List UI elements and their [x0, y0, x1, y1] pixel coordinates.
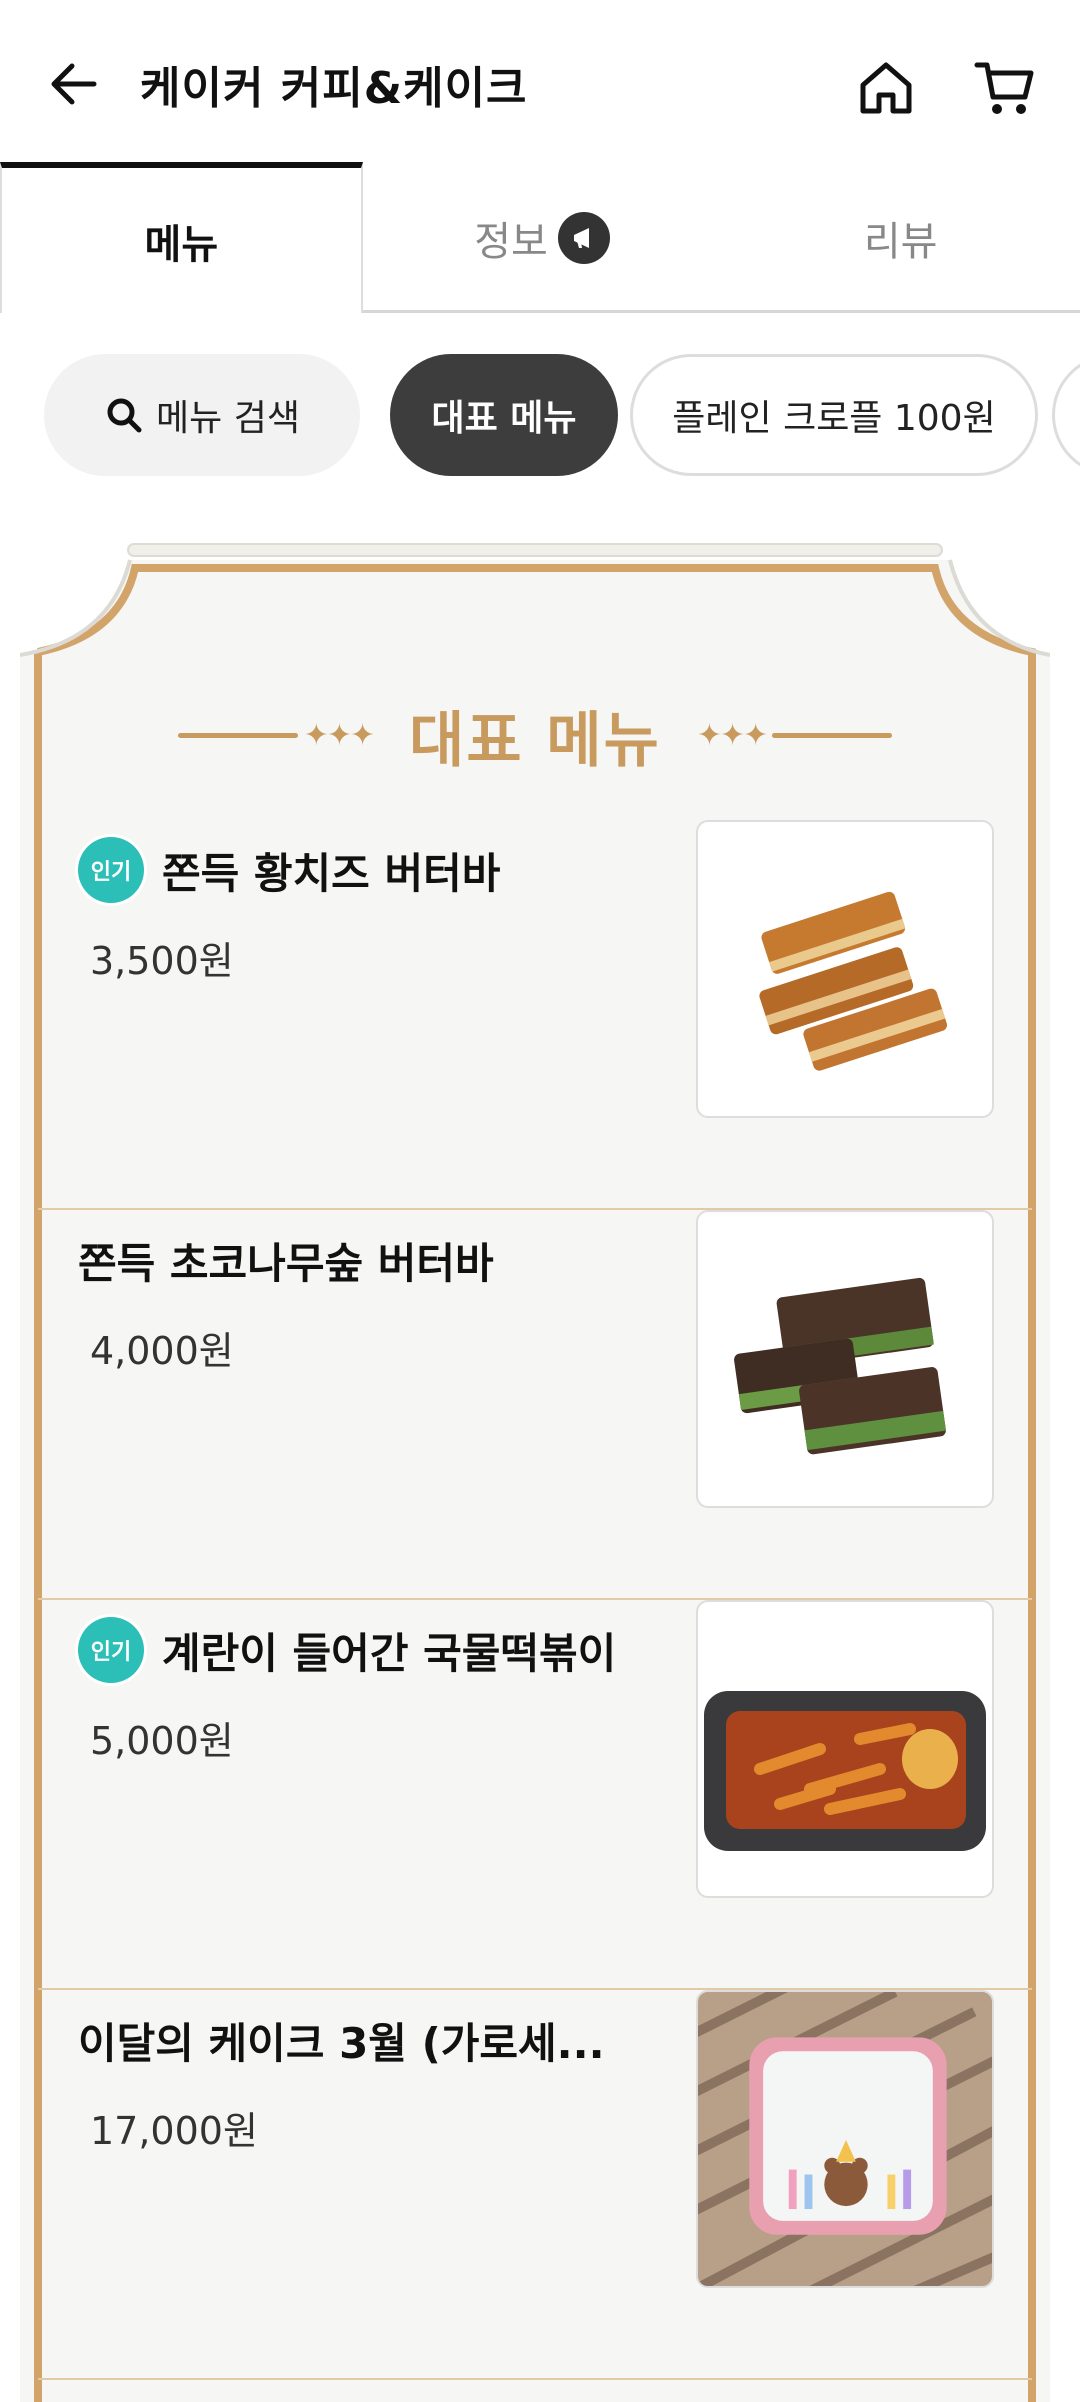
section-title: 대표 메뉴 [409, 705, 661, 776]
menu-item-name: 이달의 케이크 3월 (가로세... [78, 2018, 605, 2068]
category-chip-row: 메뉴 검색 대표 메뉴 플레인 크로플 100원 [0, 350, 1080, 480]
menu-item-image[interactable] [696, 1990, 994, 2288]
menu-item-price: 17,000원 [90, 2109, 258, 2153]
tab-review[interactable]: 리뷰 [721, 165, 1080, 310]
representative-menu-board: ✦✦✦ 대표 메뉴 ✦✦✦ 인기 쫀득 황치즈 버터바 3,500원 쫀득 초코… [20, 540, 1050, 2402]
tab-bar: 메뉴 정보 리뷰 [0, 162, 1080, 313]
arrow-left-icon [51, 63, 97, 105]
menu-item-name: 쫀득 초코나무숲 버터바 [78, 1238, 494, 1288]
menu-item-image[interactable] [696, 1210, 994, 1508]
tab-info[interactable]: 정보 [363, 165, 722, 310]
menu-item[interactable]: 인기 쫀득 황치즈 버터바 3,500원 [38, 820, 1032, 1210]
tab-menu-label: 메뉴 [144, 221, 219, 268]
tab-info-label: 정보 [474, 218, 548, 265]
section-title-row: ✦✦✦ 대표 메뉴 ✦✦✦ [20, 690, 1050, 780]
title-decoration-right: ✦✦✦ [691, 718, 893, 753]
megaphone-icon [557, 211, 610, 264]
menu-search-button[interactable]: 메뉴 검색 [44, 354, 360, 476]
tab-menu[interactable]: 메뉴 [0, 162, 363, 313]
app-header: 케이커 커피&케이크 [0, 0, 1080, 165]
menu-item-price: 4,000원 [90, 1329, 234, 1373]
store-title: 케이커 커피&케이크 [140, 63, 528, 114]
menu-list: 인기 쫀득 황치즈 버터바 3,500원 쫀득 초코나무숲 버터바 4,000원… [38, 820, 1032, 2380]
chip-plain-croffle[interactable]: 플레인 크로플 100원 [630, 354, 1038, 476]
back-button[interactable] [38, 48, 110, 120]
menu-item[interactable]: 이달의 케이크 3월 (가로세... 17,000원 [38, 1990, 1032, 2380]
menu-item-name: 쫀득 황치즈 버터바 [162, 848, 501, 898]
popular-badge: 인기 [78, 1617, 144, 1683]
search-icon [107, 398, 142, 433]
cart-button[interactable] [964, 48, 1044, 128]
menu-item-name: 계란이 들어간 국물떡볶이 [162, 1628, 617, 1678]
menu-search-label: 메뉴 검색 [156, 398, 300, 439]
tab-review-label: 리뷰 [863, 218, 938, 265]
menu-item[interactable]: 쫀득 초코나무숲 버터바 4,000원 [38, 1210, 1032, 1600]
popular-badge: 인기 [78, 837, 144, 903]
title-decoration-left: ✦✦✦ [177, 718, 379, 753]
home-button[interactable] [846, 48, 926, 128]
chip-representative-menu[interactable]: 대표 메뉴 [390, 354, 618, 476]
menu-item-image[interactable] [696, 820, 994, 1118]
menu-item-price: 3,500원 [90, 939, 234, 983]
cart-icon [974, 62, 1034, 114]
chip-next-partial[interactable] [1052, 354, 1080, 476]
menu-item[interactable]: 인기 계란이 들어간 국물떡볶이 5,000원 [38, 1600, 1032, 1990]
menu-item-image[interactable] [696, 1600, 994, 1898]
menu-item-price: 5,000원 [90, 1719, 234, 1763]
home-icon [860, 62, 912, 114]
